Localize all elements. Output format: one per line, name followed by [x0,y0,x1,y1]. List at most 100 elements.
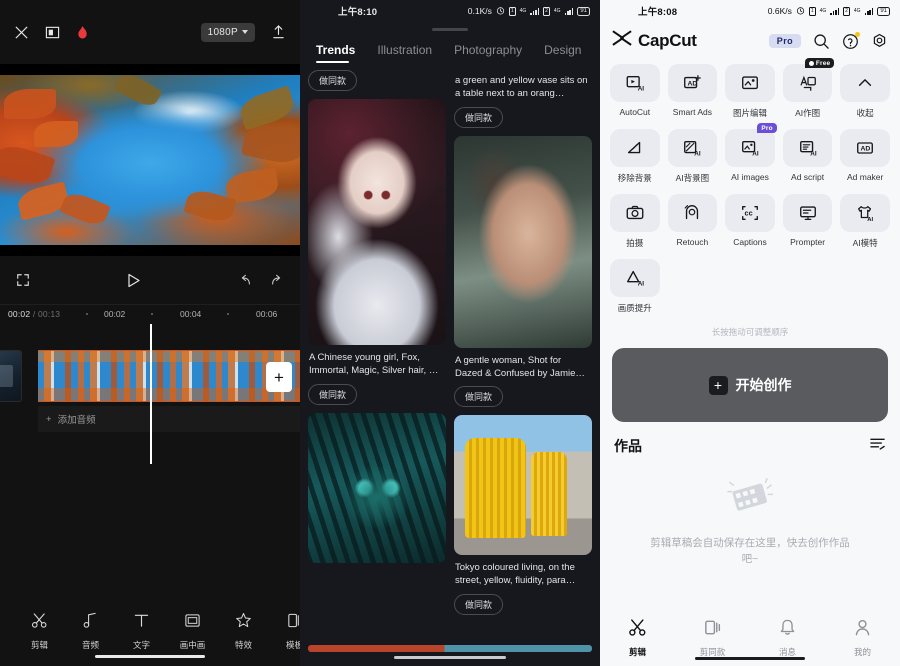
timeline-track-area[interactable]: + + 添加音频 [0,324,300,604]
flame-icon[interactable] [76,25,89,40]
status-indicators: 0.6K/s 1 4G 2 4G 91 [768,6,890,17]
resolution-selector[interactable]: 1080P [201,23,255,42]
sheet-grabber[interactable] [300,22,600,36]
editor-nav-label: 文字 [133,639,150,651]
feed-card[interactable]: A Chinese young girl, Fox, Immortal, Mag… [308,99,446,405]
nav-messages[interactable]: 消息 [750,618,825,658]
card-thumbnail[interactable] [308,99,446,345]
timeline-clip-previous[interactable] [0,350,22,402]
tool-image-edit[interactable]: 图片编辑 [725,64,775,119]
fullscreen-icon[interactable] [16,273,30,287]
card-thumbnail[interactable] [454,415,592,555]
feed-category-tabs: Trends Illustration Photography Design [300,36,600,70]
capcut-logo-icon [612,30,632,52]
tool-captions[interactable]: cc Captions [725,194,775,249]
nav-profile[interactable]: 我的 [825,618,900,658]
feed-partial-card-strip [308,645,592,652]
editor-nav-effects[interactable]: 特效 [218,612,269,651]
editor-playback-tools [0,256,300,304]
tab-trends[interactable]: Trends [316,43,355,63]
make-same-button[interactable]: 做同款 [454,107,503,128]
timeline-ruler[interactable]: 00:02 / 00:13 00:02 00:04 00:06 [0,304,300,324]
tool-camera[interactable]: 拍摄 [610,194,660,249]
editor-nav-template[interactable]: 模板 [269,612,300,651]
timeline-clip-main[interactable] [38,350,300,402]
add-clip-button[interactable]: + [266,362,292,392]
works-section-header: 作品 [600,422,900,462]
tool-ai-background[interactable]: AI AI背景图 [668,129,718,184]
nav-edit[interactable]: 剪辑 [600,618,675,658]
card-thumbnail[interactable] [454,136,592,348]
nav-templates[interactable]: 剪同款 [675,618,750,658]
current-time: 00:02 [8,309,30,319]
search-icon[interactable] [813,33,830,50]
playhead[interactable] [150,324,152,464]
tab-photography[interactable]: Photography [454,43,522,63]
tool-collapse[interactable]: 收起 [840,64,890,119]
feed-masonry-grid[interactable]: 做同款 A Chinese young girl, Fox, Immortal,… [300,70,600,666]
upload-icon[interactable] [271,24,286,40]
help-icon[interactable] [842,33,859,50]
notification-dot [855,32,860,37]
time-readout: 00:02 / 00:13 [8,309,60,319]
tool-row: AI AutoCut AD Smart Ads 图片编辑 [610,64,890,119]
tool-prompter[interactable]: Prompter [783,194,833,249]
redo-icon[interactable] [270,274,284,287]
sort-icon[interactable] [869,436,886,456]
tool-ai-art[interactable]: Free AI作图 [783,64,833,119]
pro-badge[interactable]: Pro [769,34,801,48]
tool-retouch[interactable]: Retouch [668,194,718,249]
feed-card[interactable] [308,413,446,563]
play-icon[interactable] [127,273,141,288]
camera-icon [610,194,660,232]
signal2-icon [565,7,574,15]
sparkle-icon [235,612,252,634]
aspect-ratio-icon[interactable] [45,25,60,40]
tool-smart-ads[interactable]: AD Smart Ads [668,64,718,119]
tab-design[interactable]: Design [544,43,581,63]
gear-icon[interactable] [871,33,888,50]
tool-ai-model[interactable]: AI AI模特 [840,194,890,249]
tool-autocut[interactable]: AI AutoCut [610,64,660,119]
card-thumbnail[interactable] [308,413,446,563]
network-speed: 0.6K/s [768,6,792,16]
film-strip-icon [725,476,775,525]
card-caption: a green and yellow vase sits on a table … [454,74,592,101]
feed-card[interactable]: A gentle woman, Shot for Dazed & Confuse… [454,136,592,408]
captions-icon: cc [725,194,775,232]
make-same-button[interactable]: 做同款 [454,386,503,407]
tool-ai-images[interactable]: Pro AI AI images [725,129,775,184]
tool-label: AutoCut [619,107,650,117]
tool-ad-script[interactable]: AI Ad script [783,129,833,184]
tab-illustration[interactable]: Illustration [377,43,432,63]
free-badge: Free [805,58,835,68]
undo-icon[interactable] [238,274,252,287]
battery-indicator: 91 [577,7,590,16]
works-title: 作品 [614,436,642,456]
make-same-button[interactable]: 做同款 [308,384,357,405]
svg-text:cc: cc [745,209,753,218]
tool-ad-maker[interactable]: AD Ad maker [840,129,890,184]
feed-card[interactable]: Tokyo coloured living, on the street, ye… [454,415,592,615]
video-preview[interactable] [0,64,300,256]
make-same-button[interactable]: 做同款 [454,594,503,615]
editor-nav-text[interactable]: 文字 [116,612,167,651]
prompter-icon [783,194,833,232]
start-creating-button[interactable]: + 开始创作 [612,348,888,422]
editor-nav-label: 特效 [235,639,252,651]
tool-remove-background[interactable]: 移除背景 [610,129,660,184]
tool-row: 拍摄 Retouch cc Captions [610,194,890,249]
preview-frame [0,75,300,245]
editor-nav-cut[interactable]: 剪辑 [14,612,65,651]
close-icon[interactable] [14,25,29,40]
editor-nav-audio[interactable]: 音频 [65,612,116,651]
editor-nav-pip[interactable]: 画中画 [167,612,218,651]
add-audio-track[interactable]: + 添加音频 [38,406,300,432]
feed-card[interactable]: a green and yellow vase sits on a table … [454,70,592,128]
tool-label: 画质提升 [618,302,652,314]
make-same-button[interactable]: 做同款 [308,70,357,91]
start-creating-label: 开始创作 [736,375,792,395]
tool-quality-boost[interactable]: AI 画质提升 [610,259,660,314]
pro-tag: Pro [757,123,776,133]
plus-icon: + [46,414,52,425]
